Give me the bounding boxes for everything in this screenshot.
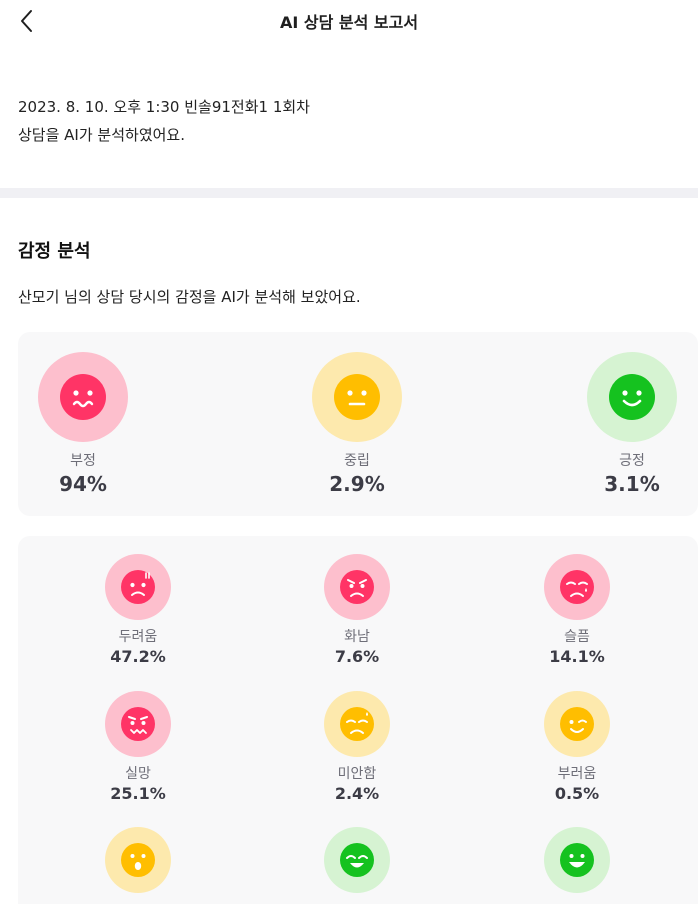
emotion-value: 0.5% — [554, 784, 600, 803]
angry-face-icon — [340, 570, 374, 604]
emotion-halo — [105, 827, 171, 893]
page-title: AI 상담 분석 보고서 — [279, 13, 419, 32]
emotion-sadness: 슬픔 14.1% — [522, 554, 632, 666]
emotion-value: 2.4% — [334, 784, 380, 803]
neutral-face-icon — [334, 374, 380, 420]
emotion-summary-card: 부정 94% 중립 2.9% 긍정 3.1% — [18, 332, 698, 516]
report-intro: 2023. 8. 10. 오후 1:30 빈솔91전화1 1회차 상담을 AI가… — [18, 93, 310, 149]
worried-face-icon — [60, 374, 106, 420]
emotion-halo — [312, 352, 402, 442]
fearful-face-icon — [121, 570, 155, 604]
section-title: 감정 분석 — [18, 241, 91, 262]
section-divider — [0, 188, 698, 198]
envious-face-icon — [560, 707, 594, 741]
emotion-label: 미안함 — [337, 766, 377, 782]
emotion-envy: 부러움 0.5% — [522, 691, 632, 803]
emotion-halo — [38, 352, 128, 442]
disappointed-face-icon — [121, 707, 155, 741]
emotion-detail-card: 두려움 47.2% 화남 7.6% 슬픔 14.1% 실망 25.1% 미안함 … — [18, 536, 698, 904]
emotion-value: 7.6% — [334, 647, 380, 666]
emotion-label: 중립 — [344, 453, 370, 469]
emotion-halo — [587, 352, 677, 442]
emotion-label: 부러움 — [557, 766, 597, 782]
section-description: 산모기 님의 상담 당시의 감정을 AI가 분석해 보았어요. — [18, 288, 361, 306]
emotion-halo — [544, 554, 610, 620]
emotion-value: 3.1% — [604, 472, 660, 496]
emotion-label: 슬픔 — [564, 629, 590, 645]
happy-face-icon — [340, 843, 374, 877]
emotion-surprise — [83, 827, 193, 900]
emotion-negative: 부정 94% — [23, 352, 143, 496]
joyful-face-icon — [560, 843, 594, 877]
emotion-label: 부정 — [70, 453, 96, 469]
emotion-value: 25.1% — [110, 784, 166, 803]
emotion-value: 2.9% — [329, 472, 385, 496]
app-header: AI 상담 분석 보고서 — [0, 0, 698, 44]
intro-message: 상담을 AI가 분석하였어요. — [18, 126, 185, 144]
emotion-halo — [324, 554, 390, 620]
session-info: 2023. 8. 10. 오후 1:30 빈솔91전화1 1회차 — [18, 98, 310, 116]
emotion-value: 47.2% — [110, 647, 166, 666]
surprised-face-icon — [121, 843, 155, 877]
emotion-label: 실망 — [125, 766, 151, 782]
emotion-label: 두려움 — [118, 629, 158, 645]
sorry-face-icon — [340, 707, 374, 741]
emotion-value: 14.1% — [549, 647, 605, 666]
emotion-halo — [105, 691, 171, 757]
emotion-disappointment: 실망 25.1% — [83, 691, 193, 803]
analysis-report-screen: AI 상담 분석 보고서 2023. 8. 10. 오후 1:30 빈솔91전화… — [0, 0, 698, 904]
emotion-halo — [544, 691, 610, 757]
emotion-label: 긍정 — [619, 453, 645, 469]
emotion-halo — [324, 827, 390, 893]
emotion-label: 화남 — [344, 629, 370, 645]
emotion-value: 94% — [59, 472, 107, 496]
emotion-happy — [302, 827, 412, 900]
emotion-joy — [522, 827, 632, 900]
emotion-halo — [544, 827, 610, 893]
emotion-fear: 두려움 47.2% — [83, 554, 193, 666]
smiling-face-icon — [609, 374, 655, 420]
emotion-sorry: 미안함 2.4% — [302, 691, 412, 803]
emotion-anger: 화남 7.6% — [302, 554, 412, 666]
emotion-positive: 긍정 3.1% — [572, 352, 692, 496]
emotion-halo — [324, 691, 390, 757]
sad-face-icon — [560, 570, 594, 604]
emotion-neutral: 중립 2.9% — [297, 352, 417, 496]
emotion-halo — [105, 554, 171, 620]
